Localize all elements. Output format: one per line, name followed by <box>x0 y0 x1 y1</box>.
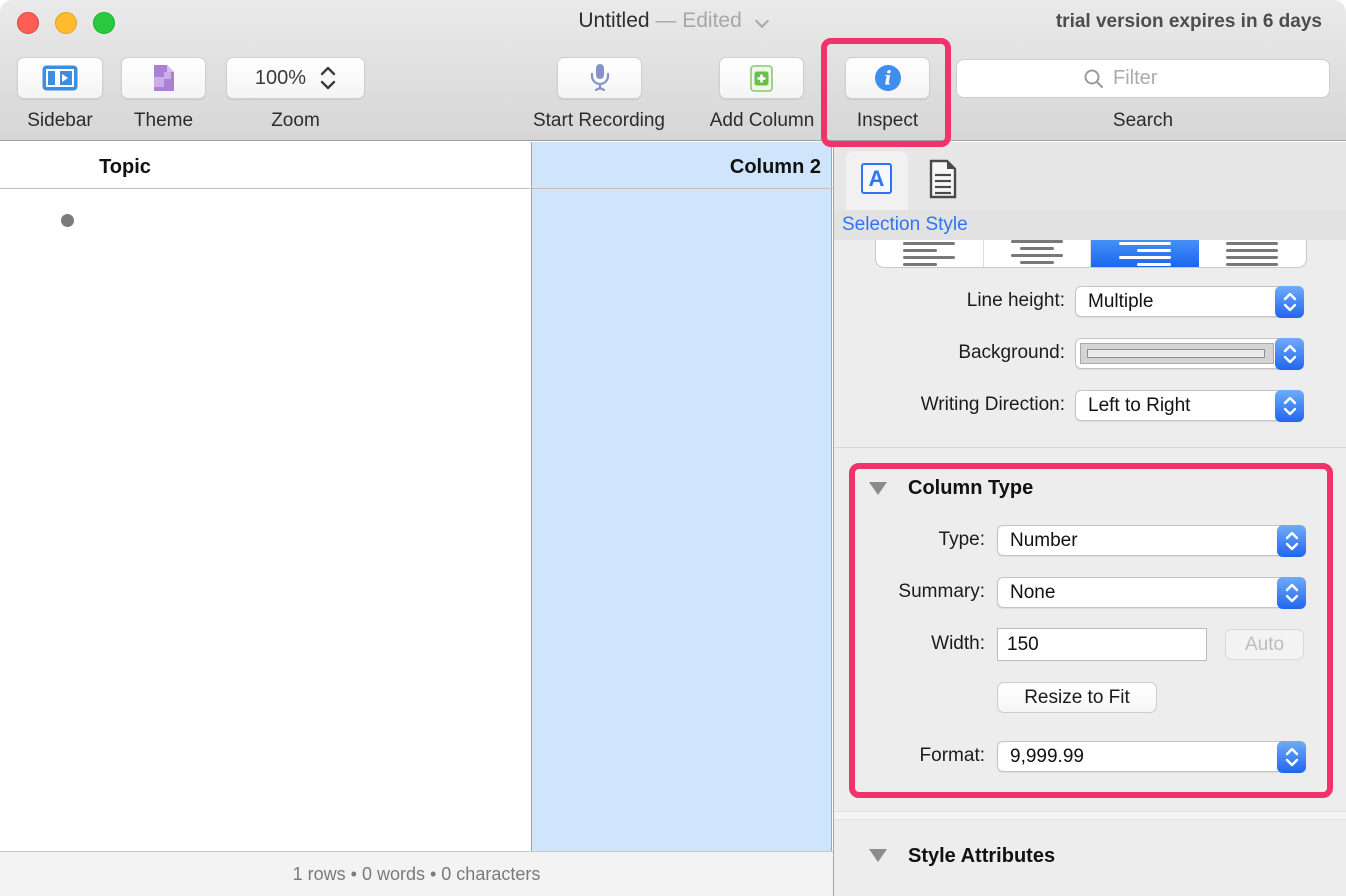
text-alignment-segmented-control <box>875 240 1307 268</box>
align-justify-button[interactable] <box>1199 240 1307 267</box>
sidebar-button-label: Sidebar <box>17 110 103 132</box>
tab-document[interactable] <box>927 159 959 204</box>
line-height-popup[interactable]: Multiple <box>1075 286 1304 317</box>
selection-style-label: Selection Style <box>842 214 968 236</box>
zoom-value: 100% <box>255 67 306 90</box>
theme-button-label: Theme <box>121 110 206 132</box>
topic-column-header[interactable]: Topic <box>0 156 250 179</box>
microphone-icon <box>587 63 613 93</box>
selection-style-band: Selection Style <box>834 210 1346 240</box>
style-attributes-disclosure-triangle[interactable] <box>869 849 887 862</box>
trial-expiry-text: trial version expires in 6 days <box>1056 11 1322 33</box>
writing-direction-popup-chevrons-icon <box>1275 390 1304 422</box>
inspector-section-divider <box>834 447 1346 448</box>
zoom-stepper-icon[interactable] <box>320 65 336 91</box>
line-height-label: Line height: <box>850 290 1065 312</box>
annotation-box-column-type <box>849 463 1333 798</box>
row-bullet-handle[interactable] <box>61 214 74 227</box>
style-attributes-section-title: Style Attributes <box>908 845 1055 868</box>
align-center-icon <box>1011 240 1063 268</box>
theme-button[interactable] <box>121 57 206 99</box>
search-icon <box>1083 68 1105 90</box>
align-left-button[interactable] <box>876 240 984 267</box>
document-icon <box>927 159 959 199</box>
window-chrome: Untitled — Edited trial version expires … <box>0 0 1346 141</box>
align-right-icon <box>1119 242 1171 266</box>
align-center-button[interactable] <box>984 240 1092 267</box>
window-title: Untitled <box>578 9 649 32</box>
background-label: Background: <box>850 342 1065 364</box>
title-disclosure-chevron-icon[interactable] <box>756 14 768 26</box>
line-height-value: Multiple <box>1088 287 1153 316</box>
writing-direction-value: Left to Right <box>1088 391 1190 420</box>
start-recording-button-label: Start Recording <box>516 110 682 132</box>
writing-direction-popup[interactable]: Left to Right <box>1075 390 1304 421</box>
theme-icon <box>152 64 176 92</box>
status-bar: 1 rows • 0 words • 0 characters <box>0 851 833 896</box>
add-column-button-label: Add Column <box>700 110 824 132</box>
window-title-edited: — Edited <box>655 9 741 32</box>
status-text: 1 rows • 0 words • 0 characters <box>293 864 541 885</box>
outline-area: Topic Column 2 <box>0 142 833 851</box>
selected-column-highlight[interactable] <box>531 142 832 851</box>
text-style-tab-icon[interactable]: A <box>861 163 892 194</box>
add-column-icon <box>748 65 775 92</box>
line-height-popup-chevrons-icon <box>1275 286 1304 318</box>
zoom-control[interactable]: 100% <box>226 57 365 99</box>
writing-direction-label: Writing Direction: <box>850 394 1065 416</box>
column2-column-header[interactable]: Column 2 <box>531 156 821 179</box>
annotation-box-inspect <box>821 38 951 147</box>
background-color-popup[interactable] <box>1075 338 1304 369</box>
sidebar-button[interactable] <box>17 57 103 99</box>
background-color-well[interactable] <box>1080 343 1274 364</box>
zoom-control-label: Zoom <box>226 110 365 132</box>
sidebar-icon <box>42 65 78 91</box>
search-field-label: Search <box>956 110 1330 132</box>
align-left-icon <box>903 242 955 266</box>
add-column-button[interactable] <box>719 57 804 99</box>
start-recording-button[interactable] <box>557 57 642 99</box>
filter-input[interactable] <box>1113 67 1203 90</box>
align-justify-icon <box>1226 242 1278 266</box>
header-divider <box>0 188 833 189</box>
align-right-button[interactable] <box>1091 240 1199 267</box>
omnioutliner-window: Untitled — Edited trial version expires … <box>0 0 1346 896</box>
background-popup-chevrons-icon <box>1275 338 1304 370</box>
inspector-section-divider-band <box>834 811 1346 820</box>
search-field[interactable] <box>956 59 1330 98</box>
inspector-tab-bar <box>834 142 1346 210</box>
